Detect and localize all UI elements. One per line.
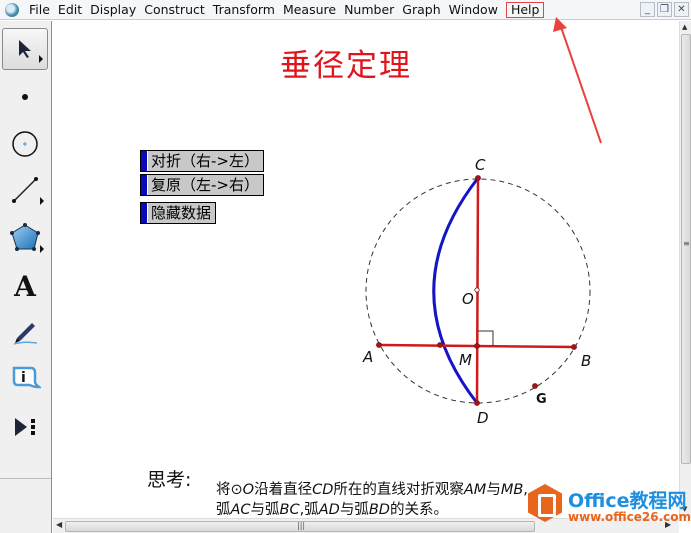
point-M[interactable] [474,343,480,349]
point-A[interactable] [376,342,382,348]
text-run: ,弧 [299,502,319,518]
watermark-title: Office教程网 [568,490,687,512]
text-run: 的关系。 [389,502,448,518]
watermark: Office教程网 www.office26.com [528,484,691,532]
text-run-italic: MB [500,482,524,498]
text-run-italic: BC [279,502,300,518]
point-C[interactable] [475,175,481,181]
label-M: M [459,351,472,369]
text-run-italic: CD [312,482,334,498]
think-text-line-1: 将⊙O沿着直径CD所在的直线对折观察AM与MB, [216,478,528,499]
text-run: 弧 [216,502,231,518]
point-B[interactable] [571,344,577,350]
intersection-point[interactable] [437,342,443,348]
point-D[interactable] [474,400,480,406]
text-run: 所在的直线对折观察 [333,482,464,498]
text-run: 与弧 [250,502,280,518]
text-run: 将⊙ [216,482,243,498]
text-run-italic: BD [368,502,390,518]
point-G[interactable] [532,383,538,389]
point-O[interactable] [474,287,480,293]
think-label: 思考: [147,469,192,491]
office-logo-icon [528,484,562,522]
right-angle-mark [478,330,494,346]
label-C: C [475,156,486,174]
vertical-scrollbar[interactable]: ▲ ≡ ▼ [679,21,691,518]
vertical-scroll-thumb[interactable] [681,34,691,464]
watermark-url: www.office26.com [568,510,691,524]
text-run: 沿着直径 [254,482,313,498]
annotation-arrow-line [560,26,602,144]
text-run-italic: AD [318,502,340,518]
label-B: B [581,352,591,370]
label-G: G [536,392,547,407]
text-run-italic: O [242,482,255,498]
label-D: D [477,409,489,427]
grip-icon: ≡ [683,239,690,248]
text-run-italic: AM [463,482,487,498]
grip-icon: ||| [297,521,306,530]
scroll-up-icon[interactable]: ▲ [682,23,687,31]
text-run: 与 [486,482,501,498]
geometry-figure: C D O A B M G [362,17,602,427]
label-A: A [362,348,373,366]
scroll-left-icon[interactable]: ◀ [56,520,62,529]
text-run: 与弧 [339,502,369,518]
annotation-arrow-head [553,17,567,32]
text-run-italic: AC [230,502,251,518]
label-O: O [462,290,474,308]
think-text-line-2: 弧AC与弧BC,弧AD与弧BD的关系。 [216,498,448,519]
